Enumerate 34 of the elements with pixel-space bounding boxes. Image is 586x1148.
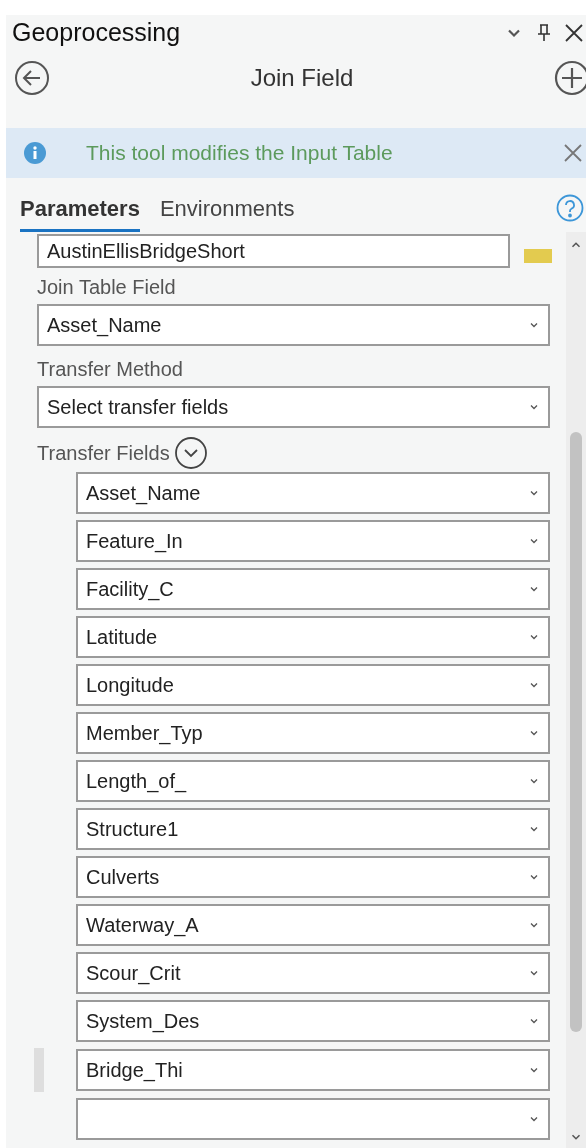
- dropdown-field[interactable]: Select transfer fields: [37, 386, 550, 428]
- expand-icon[interactable]: [173, 436, 208, 470]
- scrollbar[interactable]: [566, 232, 586, 1148]
- dropdown-field[interactable]: Culverts: [76, 856, 550, 898]
- dropdown-field[interactable]: Structure1: [76, 808, 550, 850]
- help-icon[interactable]: [556, 194, 584, 222]
- dropdown-field[interactable]: Latitude: [76, 616, 550, 658]
- tab[interactable]: Environments: [159, 192, 295, 232]
- dropdown-field[interactable]: AustinEllisBridgeShort: [37, 234, 510, 268]
- dropdown-field[interactable]: Waterway_A: [76, 904, 550, 946]
- dropdown-field[interactable]: Asset_Name: [37, 304, 550, 346]
- dropdown-field[interactable]: Longitude: [76, 664, 550, 706]
- dropdown-field[interactable]: Asset_Name: [76, 472, 550, 514]
- add-icon[interactable]: [554, 60, 586, 96]
- dropdown-field[interactable]: Scour_Crit: [76, 952, 550, 994]
- pin-icon[interactable]: [536, 23, 552, 43]
- scroll-thumb[interactable]: [570, 432, 582, 1032]
- dropdown-field[interactable]: Facility_C: [76, 568, 550, 610]
- drag-handle[interactable]: [34, 1048, 44, 1092]
- dropdown-field[interactable]: Length_of_: [76, 760, 550, 802]
- field-label: Join Table Field: [37, 275, 177, 300]
- dropdown-field[interactable]: Feature_In: [76, 520, 550, 562]
- dropdown-field[interactable]: Bridge_Thi: [76, 1049, 550, 1091]
- dropdown-field[interactable]: System_Des: [76, 1000, 550, 1042]
- back-icon[interactable]: [14, 60, 50, 96]
- pane-title: Geoprocessing: [12, 17, 181, 49]
- dropdown-field[interactable]: Member_Typ: [76, 712, 550, 754]
- info-message: This tool modifies the Input Table: [86, 140, 394, 167]
- close-icon[interactable]: [564, 23, 584, 43]
- field-label: Transfer Fields: [37, 441, 170, 466]
- dropdown-field[interactable]: [76, 1098, 550, 1140]
- tool-title: Join Field: [250, 63, 354, 93]
- field-label: Transfer Method: [37, 357, 184, 382]
- info-icon: [24, 142, 46, 164]
